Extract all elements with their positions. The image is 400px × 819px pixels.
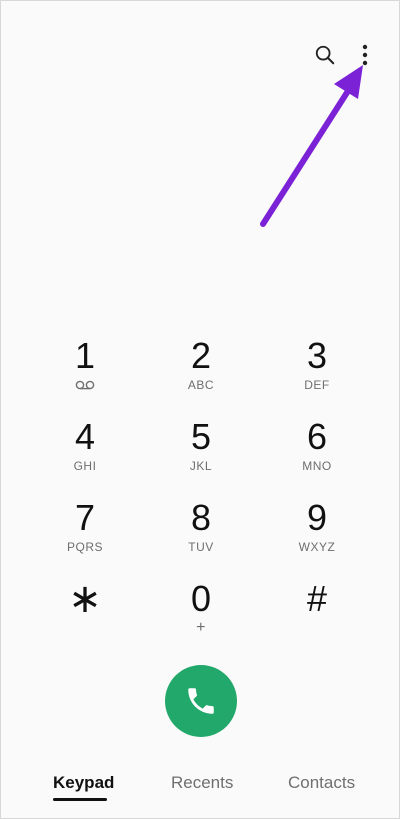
dial-keypad: 1 2 ABC 3 DEF 4 GHI 5 JKL 6 MNO 7 PQRS 8… <box>31 335 371 659</box>
plus-label: + <box>196 619 206 636</box>
key-digit: # <box>306 578 328 619</box>
key-letters: WXYZ <box>298 540 336 554</box>
more-vert-icon <box>362 44 368 66</box>
tab-keypad[interactable]: Keypad <box>53 773 114 793</box>
key-4[interactable]: 4 GHI <box>31 416 139 490</box>
key-letters: ABC <box>187 378 215 392</box>
key-letters: JKL <box>189 459 213 473</box>
key-3[interactable]: 3 DEF <box>263 335 371 409</box>
search-icon <box>315 45 335 65</box>
key-digit: ∗ <box>68 577 102 621</box>
tab-contacts[interactable]: Contacts <box>288 773 355 793</box>
key-digit: 2 <box>190 335 212 376</box>
dialer-screen: 1 2 ABC 3 DEF 4 GHI 5 JKL 6 MNO 7 PQRS 8… <box>0 0 400 819</box>
key-digit: 5 <box>190 416 212 457</box>
tab-recents[interactable]: Recents <box>171 773 233 793</box>
key-digit: 6 <box>306 416 328 457</box>
key-digit: 0 <box>190 578 212 619</box>
key-5[interactable]: 5 JKL <box>147 416 255 490</box>
key-star[interactable]: ∗ <box>31 578 139 652</box>
key-1[interactable]: 1 <box>31 335 139 409</box>
key-7[interactable]: 7 PQRS <box>31 497 139 571</box>
key-6[interactable]: 6 MNO <box>263 416 371 490</box>
keypad-row: 1 2 ABC 3 DEF <box>31 335 371 416</box>
key-0[interactable]: 0 + <box>147 578 255 652</box>
annotation-arrow <box>260 65 363 227</box>
key-2[interactable]: 2 ABC <box>147 335 255 409</box>
key-digit: 8 <box>190 497 212 538</box>
more-options-button[interactable] <box>347 37 383 73</box>
key-digit: 3 <box>306 335 328 376</box>
tab-active-indicator <box>53 798 107 801</box>
key-digit: 7 <box>74 497 96 538</box>
phone-icon <box>188 688 214 714</box>
keypad-row: ∗ 0 + # <box>31 578 371 659</box>
key-letters: PQRS <box>66 540 103 554</box>
search-button[interactable] <box>307 37 343 73</box>
key-8[interactable]: 8 TUV <box>147 497 255 571</box>
key-digit: 4 <box>74 416 96 457</box>
keypad-row: 4 GHI 5 JKL 6 MNO <box>31 416 371 497</box>
bottom-tab-bar: Keypad Recents Contacts <box>1 773 400 809</box>
key-letters: MNO <box>302 459 332 473</box>
call-button[interactable] <box>165 665 237 737</box>
key-9[interactable]: 9 WXYZ <box>263 497 371 571</box>
key-letters: TUV <box>188 540 214 554</box>
key-digit: 9 <box>306 497 328 538</box>
keypad-row: 7 PQRS 8 TUV 9 WXYZ <box>31 497 371 578</box>
key-letters: GHI <box>73 459 97 473</box>
key-hash[interactable]: # <box>263 578 371 652</box>
key-digit: 1 <box>74 335 96 376</box>
voicemail-icon <box>75 377 95 393</box>
key-letters: DEF <box>304 378 330 392</box>
